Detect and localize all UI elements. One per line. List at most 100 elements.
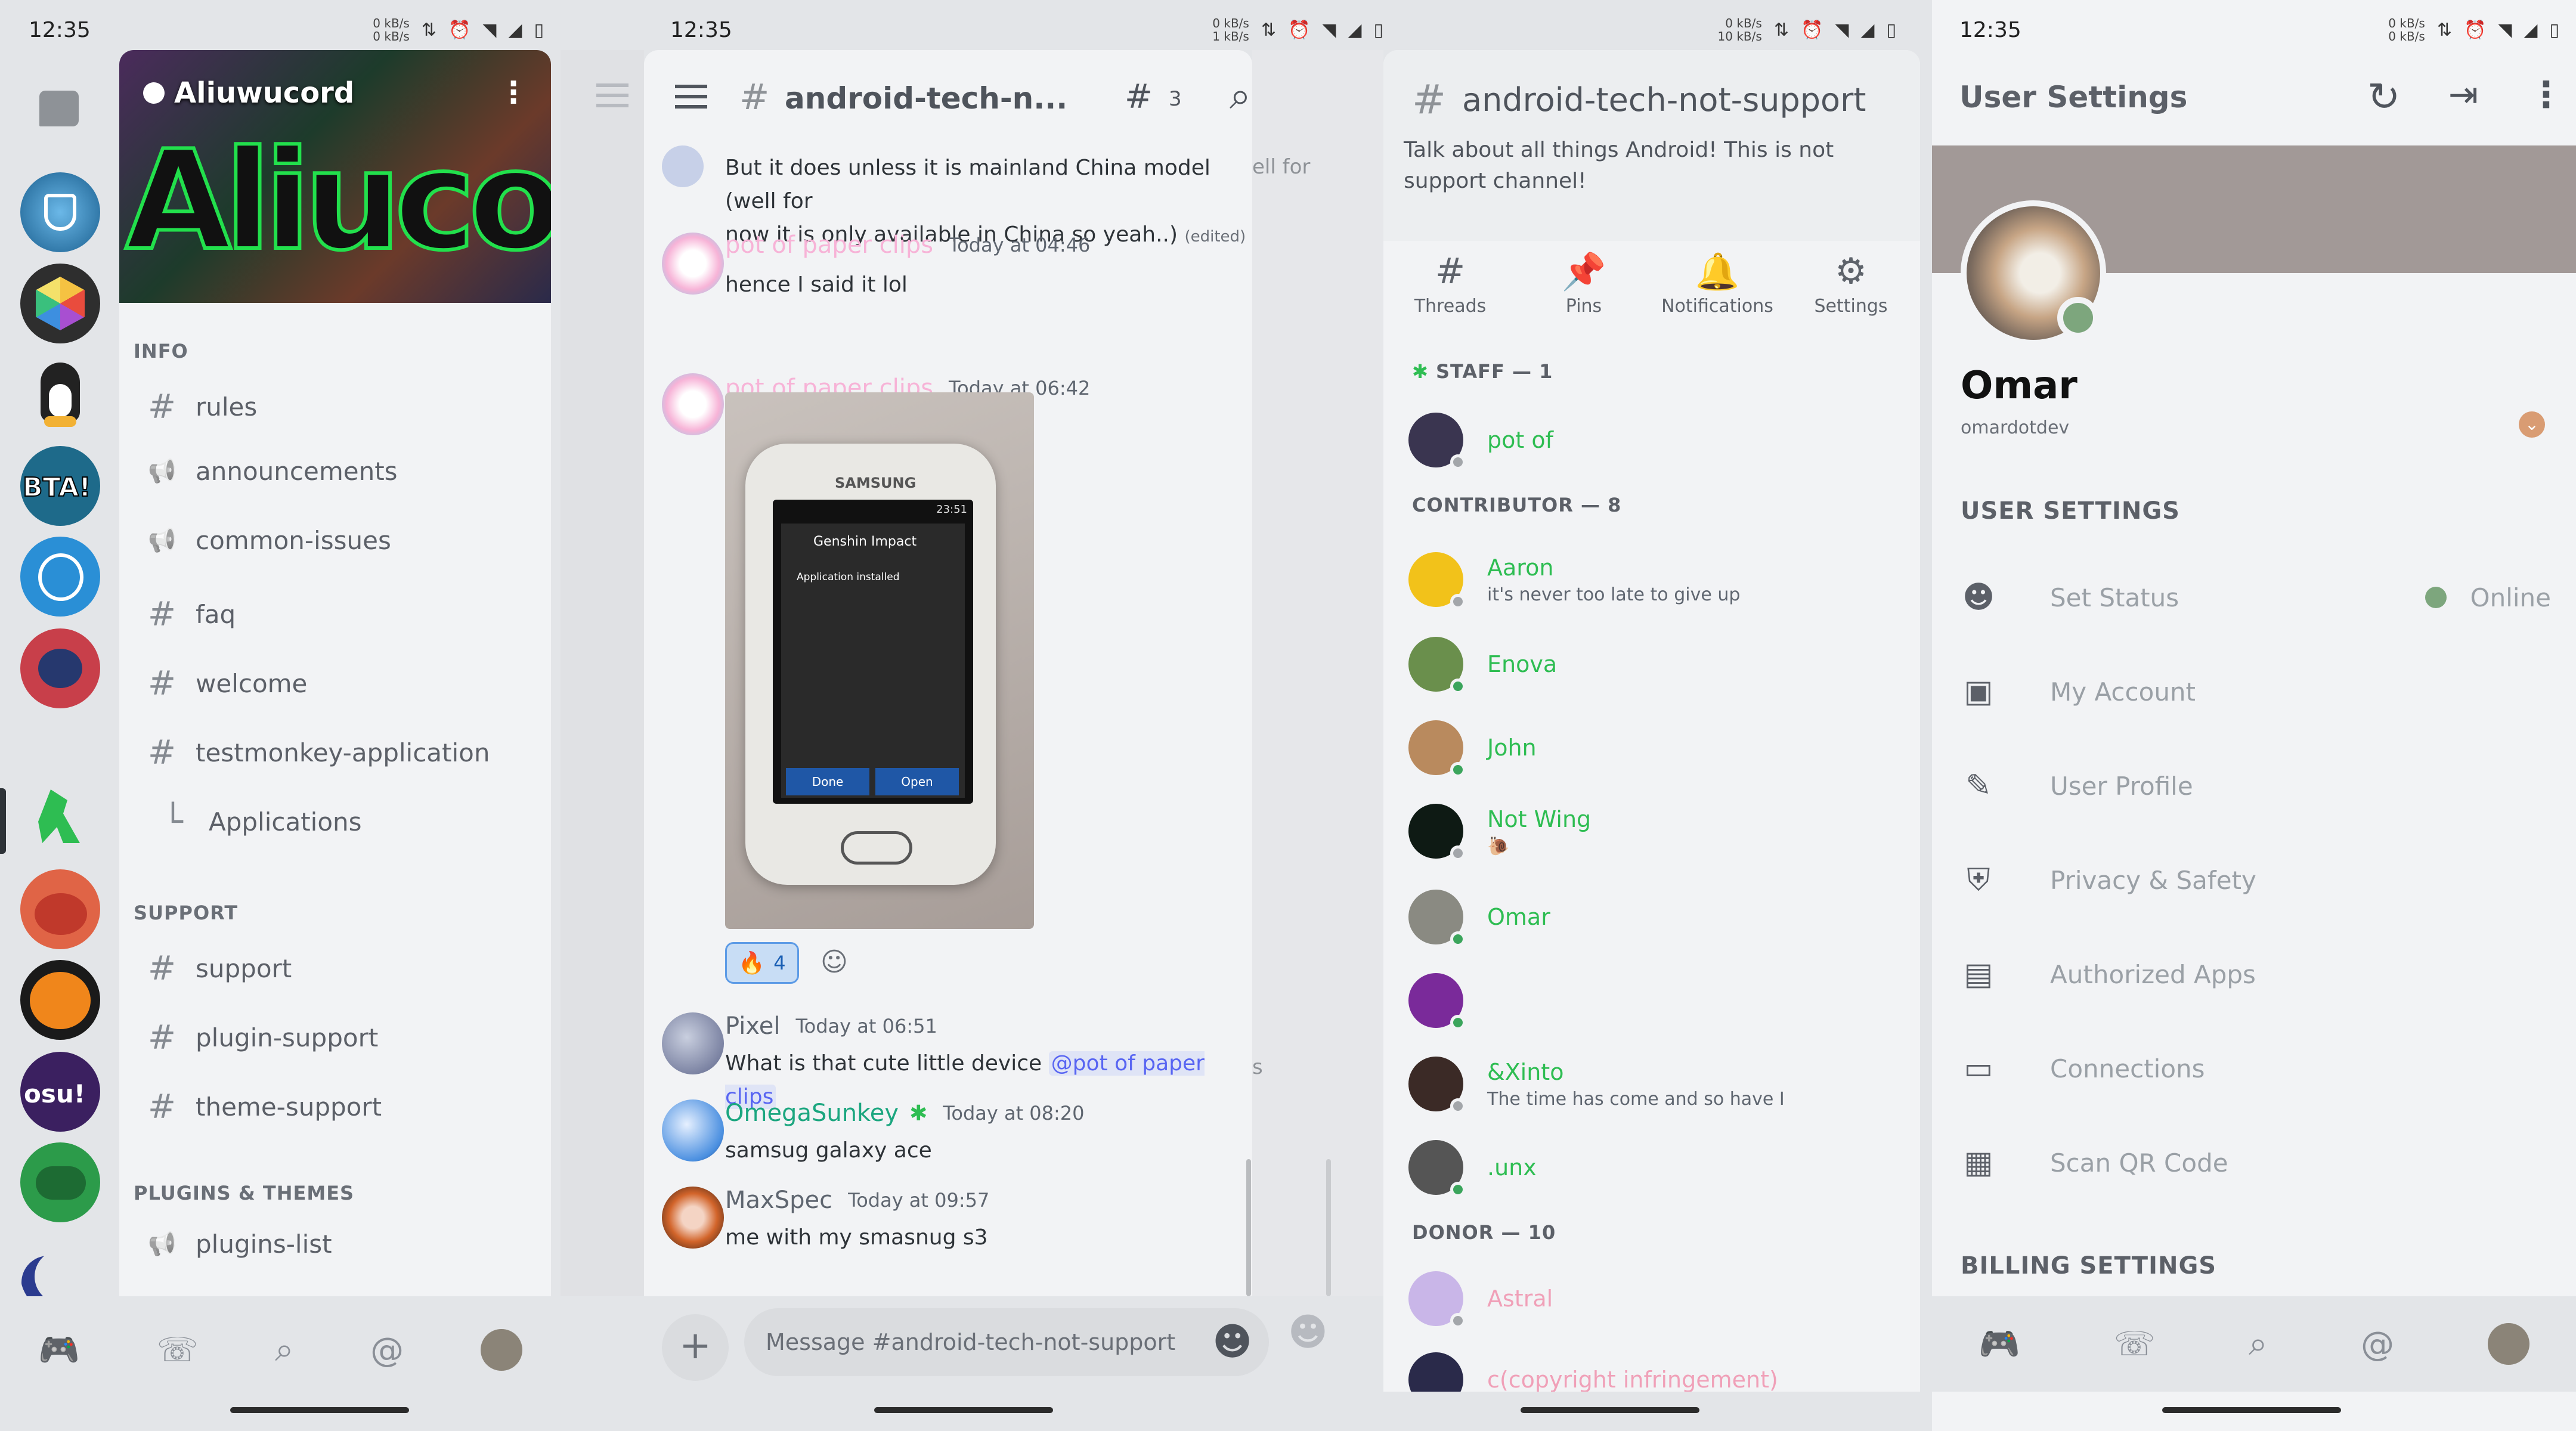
home-indicator[interactable] — [2162, 1407, 2341, 1413]
settings-row-label: User Profile — [2050, 771, 2193, 801]
discord-home-icon[interactable]: 🎮 — [38, 1330, 80, 1370]
refresh-icon[interactable]: ↻ — [2367, 74, 2400, 120]
settings-row-my-account[interactable]: ▣ My Account — [1961, 674, 2551, 710]
member-row[interactable]: Astral — [1408, 1269, 1553, 1328]
guild-icon-aliucord[interactable] — [20, 778, 100, 857]
reaction[interactable]: 🔥 4 — [725, 942, 799, 984]
staff-badge-icon: ✱ — [909, 1101, 928, 1126]
member-row[interactable]: pot of — [1408, 410, 1553, 470]
add-reaction-icon[interactable]: ☺ — [821, 947, 848, 977]
category-header[interactable]: SUPPORT — [134, 902, 238, 924]
guild-icon-bird[interactable] — [20, 628, 100, 708]
home-indicator[interactable] — [874, 1407, 1053, 1413]
composer: + Message #android-tech-not-support ☻ ☻ — [561, 1296, 1383, 1431]
discord-home-icon[interactable]: 🎮 — [1979, 1324, 2020, 1364]
channel-support[interactable]: # support — [148, 949, 292, 988]
member-row[interactable]: &Xinto The time has come and so have I — [1408, 1054, 1785, 1114]
guild-icon-pumpkin[interactable] — [20, 960, 100, 1040]
avatar[interactable] — [662, 373, 724, 435]
channel-common-issues[interactable]: 📢 common-issues — [148, 526, 391, 555]
settings-row-privacy-safety[interactable]: ⛨ Privacy & Safety — [1961, 862, 2551, 898]
members-panel: 12:35 0 kB/s10 kB/s ⇅ ⏰ ◥ ◢ ▯ # android-… — [1383, 0, 1932, 1431]
member-row[interactable]: Aaron it's never too late to give up — [1408, 550, 1740, 609]
friends-icon[interactable]: ☏ — [157, 1331, 199, 1370]
channel-plugins-list[interactable]: 📢 plugins-list — [148, 1229, 332, 1259]
avatar[interactable] — [662, 233, 724, 295]
channel-plugin-support[interactable]: # plugin-support — [148, 1018, 378, 1057]
member-row[interactable]: John — [1408, 718, 1537, 778]
net-down-4: 0 kB/s — [2388, 29, 2425, 44]
member-row[interactable]: .unx — [1408, 1138, 1537, 1197]
logout-icon[interactable]: ⇥ — [2448, 74, 2478, 116]
avatar[interactable] — [662, 1187, 724, 1249]
username[interactable]: Pixel — [725, 1012, 781, 1040]
guild-icon-lab[interactable] — [20, 172, 100, 252]
add-attachment-button[interactable]: + — [662, 1314, 729, 1381]
guild-icon-linux[interactable] — [20, 354, 100, 434]
username[interactable]: OmegaSunkey — [725, 1099, 899, 1127]
emoji-icon[interactable]: ☻ — [1212, 1308, 1252, 1376]
guild-icon-bta[interactable]: BTA! — [20, 446, 100, 526]
search-icon[interactable]: ⌕ — [275, 1330, 293, 1370]
member-row[interactable]: c(copyright infringement) — [1408, 1350, 1778, 1392]
channel-rules[interactable]: # rules — [148, 388, 257, 426]
channel-title[interactable]: android-tech-n... — [785, 81, 1067, 116]
tab-pins[interactable]: 📌 Pins — [1517, 250, 1651, 317]
category-header[interactable]: INFO — [134, 340, 188, 363]
home-indicator[interactable] — [230, 1407, 409, 1413]
member-row[interactable] — [1408, 971, 1487, 1030]
search-icon[interactable]: ⌕ — [2249, 1324, 2267, 1364]
settings-row-authorized-apps[interactable]: ▤ Authorized Apps — [1961, 956, 2551, 992]
hash-thread-icon: # — [148, 949, 176, 988]
member-row[interactable]: Omar — [1408, 887, 1550, 947]
threads-icon: # — [1435, 250, 1466, 292]
guild-icon-crab[interactable] — [20, 869, 100, 949]
username[interactable]: pot of paper clips — [725, 231, 933, 259]
tab-notifications[interactable]: 🔔 Notifications — [1651, 250, 1784, 317]
overflow-menu-icon[interactable]: ⋮ — [2528, 74, 2564, 116]
channel-faq[interactable]: # faq — [148, 595, 236, 634]
settings-row-set-status[interactable]: ☻ Set Status Online — [1961, 580, 2551, 615]
search-icon[interactable]: ⌕ — [1230, 74, 1251, 118]
category-header[interactable]: PLUGINS & THEMES — [134, 1182, 354, 1204]
dm-button[interactable] — [39, 91, 79, 126]
avatar[interactable] — [662, 1099, 724, 1161]
mentions-icon[interactable]: @ — [2361, 1325, 2394, 1364]
settings-row-connections[interactable]: ▭ Connections — [1961, 1051, 2551, 1086]
signal-icon: ◢ — [2524, 19, 2538, 41]
message-input[interactable]: Message #android-tech-not-support ☻ — [744, 1308, 1269, 1376]
channel-welcome[interactable]: # welcome — [148, 664, 307, 703]
guild-icon-osu[interactable]: osu! — [20, 1052, 100, 1132]
member-row[interactable]: Not Wing 🐌 — [1408, 801, 1591, 861]
channel-testmonkey-application[interactable]: # testmonkey-application — [148, 733, 490, 772]
server-name[interactable]: Aliuwucord — [143, 76, 354, 110]
channel-theme-support[interactable]: # theme-support — [148, 1088, 382, 1126]
server-menu-icon[interactable]: ⋮ — [499, 75, 528, 110]
guild-icon-green[interactable] — [20, 1142, 100, 1222]
settings-row-scan-qr-code[interactable]: ▦ Scan QR Code — [1961, 1145, 2551, 1181]
threads-icon[interactable]: # — [1125, 78, 1153, 116]
avatar[interactable] — [2487, 1323, 2529, 1365]
tab-threads[interactable]: # Threads — [1383, 250, 1517, 317]
friends-icon[interactable]: ☏ — [2114, 1325, 2156, 1364]
mentions-icon[interactable]: @ — [370, 1331, 404, 1370]
channel-announcements[interactable]: 📢 announcements — [148, 457, 398, 486]
channel-label: rules — [196, 392, 258, 422]
member-status-text: The time has come and so have I — [1487, 1088, 1785, 1110]
tab-settings[interactable]: ⚙ Settings — [1784, 250, 1918, 317]
avatar[interactable] — [480, 1329, 522, 1371]
home-indicator[interactable] — [1521, 1407, 1699, 1413]
status-icons-2: 0 kB/s 1 kB/s ⇅ ⏰ ◥ ◢ ▯ — [1212, 17, 1383, 43]
member-row[interactable]: Enova — [1408, 634, 1557, 694]
guild-icon-hex[interactable] — [20, 264, 100, 343]
hamburger-menu-icon[interactable] — [675, 85, 707, 109]
attachment-image[interactable]: SAMSUNG 23:51 Genshin Impact Application… — [725, 392, 1034, 929]
channel-applications[interactable]: └ Applications — [148, 803, 361, 841]
avatar[interactable] — [662, 1012, 724, 1074]
profile-avatar[interactable] — [1961, 200, 2106, 346]
scrollbar[interactable] — [1246, 1159, 1251, 1296]
settings-row-user-profile[interactable]: ✎ User Profile — [1961, 768, 2551, 804]
guild-icon-apple[interactable] — [20, 537, 100, 617]
profile-chevron-icon[interactable]: ⌄ — [2519, 411, 2545, 438]
username[interactable]: MaxSpec — [725, 1187, 832, 1214]
